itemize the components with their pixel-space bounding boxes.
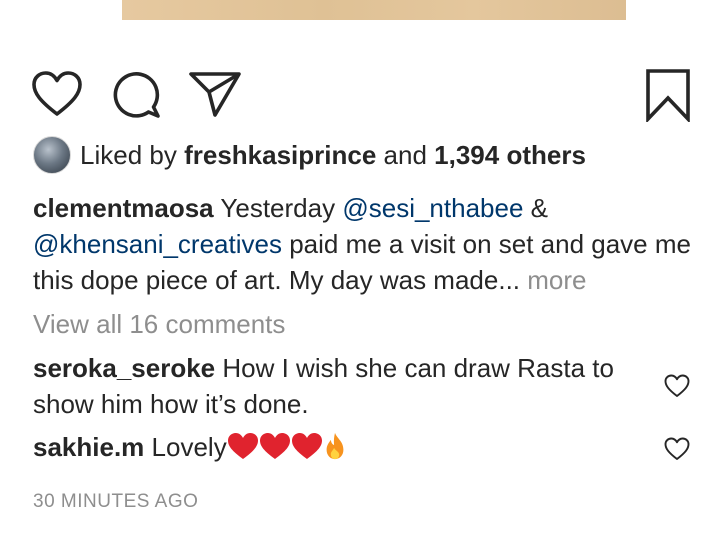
caption-more-link[interactable]: more bbox=[527, 265, 586, 295]
comment-like-icon[interactable] bbox=[664, 374, 690, 398]
view-all-comments-link[interactable]: View all 16 comments bbox=[33, 306, 285, 342]
liked-by-text: Liked by freshkasiprince and 1,394 other… bbox=[80, 138, 586, 172]
red-heart-emoji-icon bbox=[259, 432, 291, 460]
comment-username[interactable]: seroka_seroke bbox=[33, 353, 215, 383]
caption-username[interactable]: clementmaosa bbox=[33, 193, 214, 223]
post-action-bar bbox=[0, 66, 720, 122]
comment-text: Lovely bbox=[151, 432, 227, 462]
post-caption: clementmaosa Yesterday @sesi_nthabee & @… bbox=[33, 190, 693, 298]
liker-avatar[interactable] bbox=[33, 136, 71, 174]
comment-username[interactable]: sakhie.m bbox=[33, 432, 144, 462]
liked-by-prefix: Liked by bbox=[80, 140, 177, 170]
caption-text: & bbox=[530, 193, 548, 223]
post-timestamp: 30 MINUTES AGO bbox=[33, 491, 199, 512]
red-heart-emoji-icon bbox=[291, 432, 323, 460]
post-image[interactable] bbox=[122, 0, 626, 20]
bookmark-icon[interactable] bbox=[644, 68, 692, 122]
share-icon[interactable] bbox=[188, 69, 242, 119]
caption-text: Yesterday bbox=[220, 193, 336, 223]
red-heart-emoji-icon bbox=[227, 432, 259, 460]
comment-item: sakhie.m Lovely bbox=[33, 429, 653, 465]
comment-like-icon[interactable] bbox=[664, 437, 690, 461]
caption-mention[interactable]: @khensani_creatives bbox=[33, 229, 282, 259]
fire-emoji-icon bbox=[323, 432, 347, 460]
liked-by-and: and bbox=[383, 140, 427, 170]
likes-count[interactable]: 1,394 others bbox=[434, 140, 586, 170]
like-icon[interactable] bbox=[31, 70, 83, 118]
comment-item: seroka_seroke How I wish she can draw Ra… bbox=[33, 350, 653, 422]
liked-by-row[interactable]: Liked by freshkasiprince and 1,394 other… bbox=[33, 136, 586, 174]
liker-username[interactable]: freshkasiprince bbox=[184, 140, 376, 170]
comment-icon[interactable] bbox=[110, 69, 162, 121]
caption-mention[interactable]: @sesi_nthabee bbox=[342, 193, 523, 223]
